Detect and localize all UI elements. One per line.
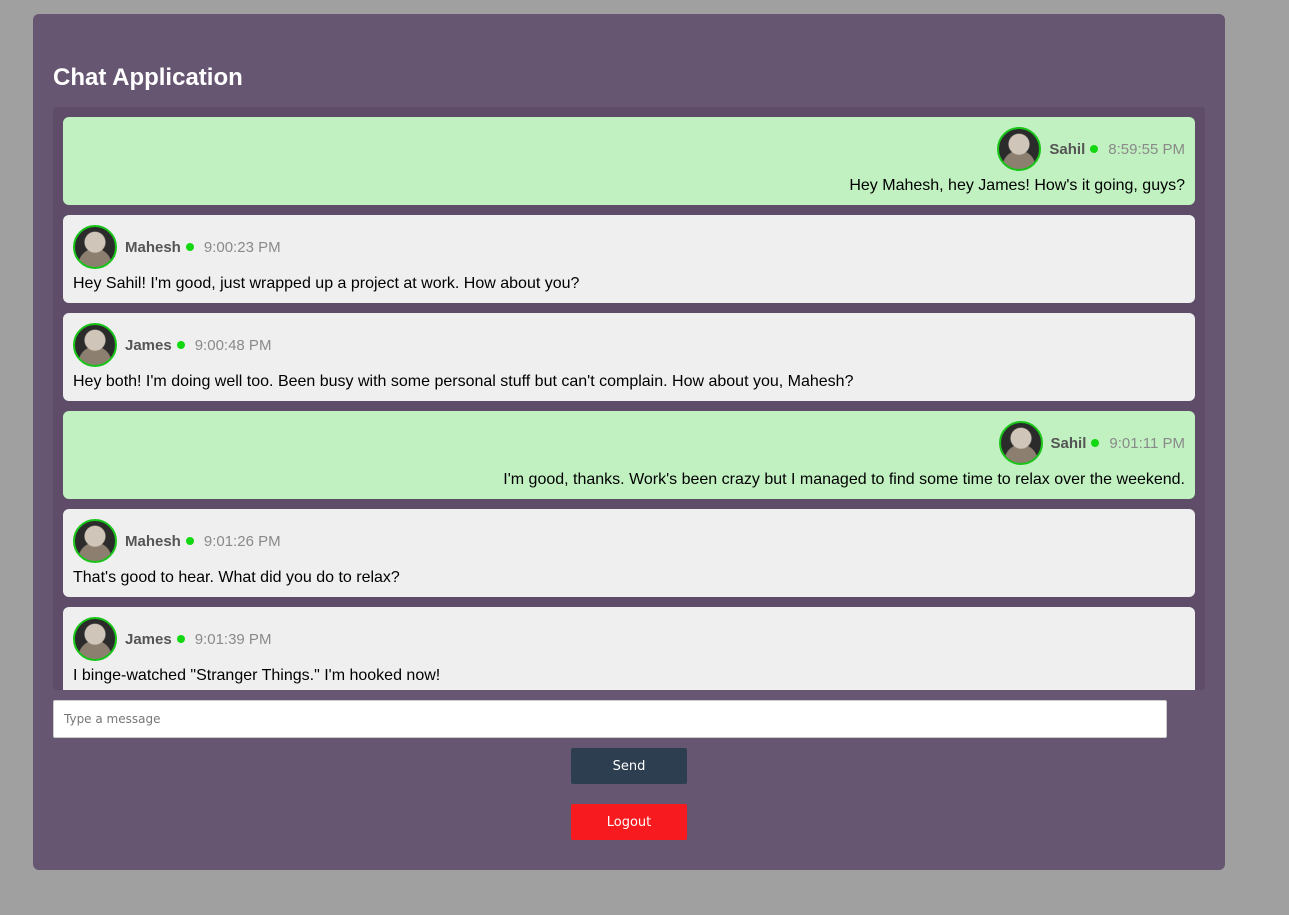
message-item: Mahesh 9:00:23 PM Hey Sahil! I'm good, j… [63, 215, 1195, 303]
message-list[interactable]: Sahil 8:59:55 PM Hey Mahesh, hey James! … [53, 107, 1205, 690]
message-timestamp: 9:01:39 PM [194, 630, 272, 648]
online-status-icon [176, 635, 185, 643]
message-header: Sahil 9:01:11 PM [998, 421, 1185, 465]
message-timestamp: 9:01:11 PM [1109, 434, 1185, 452]
online-status-icon [1091, 439, 1100, 447]
message-item: James 9:00:48 PM Hey both! I'm doing wel… [63, 313, 1195, 401]
message-item: Sahil 8:59:55 PM Hey Mahesh, hey James! … [63, 117, 1195, 205]
online-status-icon [1090, 145, 1099, 153]
sender-name: Mahesh [125, 532, 181, 550]
chat-app-panel: Chat Application Sahil 8:59:55 PM Hey Ma… [33, 14, 1225, 870]
avatar [73, 617, 117, 661]
message-text: That's good to hear. What did you do to … [73, 569, 400, 586]
message-text: I'm good, thanks. Work's been crazy but … [503, 471, 1185, 488]
message-text: Hey Mahesh, hey James! How's it going, g… [849, 177, 1185, 194]
message-header: Sahil 8:59:55 PM [997, 127, 1185, 171]
sender-name: James [125, 630, 172, 648]
logout-button[interactable]: Logout [571, 804, 687, 840]
message-header: Mahesh 9:00:23 PM [73, 225, 281, 269]
sender-name: Sahil [1050, 434, 1087, 452]
message-timestamp: 9:01:26 PM [203, 532, 281, 550]
message-item: Mahesh 9:01:26 PM That's good to hear. W… [63, 509, 1195, 597]
message-header: James 9:01:39 PM [73, 617, 271, 661]
sender-name: Mahesh [125, 238, 181, 256]
message-timestamp: 8:59:55 PM [1108, 140, 1185, 158]
avatar [73, 323, 117, 367]
avatar [998, 421, 1043, 465]
avatar [997, 127, 1042, 171]
message-text: Hey Sahil! I'm good, just wrapped up a p… [73, 275, 580, 292]
message-item: Sahil 9:01:11 PM I'm good, thanks. Work'… [63, 411, 1195, 499]
message-timestamp: 9:00:48 PM [194, 336, 272, 354]
avatar [73, 519, 117, 563]
send-button[interactable]: Send [571, 748, 687, 784]
sender-name: Sahil [1049, 140, 1086, 158]
message-text: Hey both! I'm doing well too. Been busy … [73, 373, 854, 390]
online-status-icon [176, 341, 185, 349]
message-item: James 9:01:39 PM I binge-watched "Strang… [63, 607, 1195, 690]
sender-name: James [125, 336, 172, 354]
message-input[interactable] [53, 700, 1167, 738]
message-header: Mahesh 9:01:26 PM [73, 519, 281, 563]
avatar [73, 225, 117, 269]
message-text: I binge-watched "Stranger Things." I'm h… [73, 667, 441, 684]
message-header: James 9:00:48 PM [73, 323, 271, 367]
online-status-icon [185, 537, 194, 545]
message-timestamp: 9:00:23 PM [203, 238, 281, 256]
page-title: Chat Application [53, 64, 243, 91]
online-status-icon [185, 243, 194, 251]
